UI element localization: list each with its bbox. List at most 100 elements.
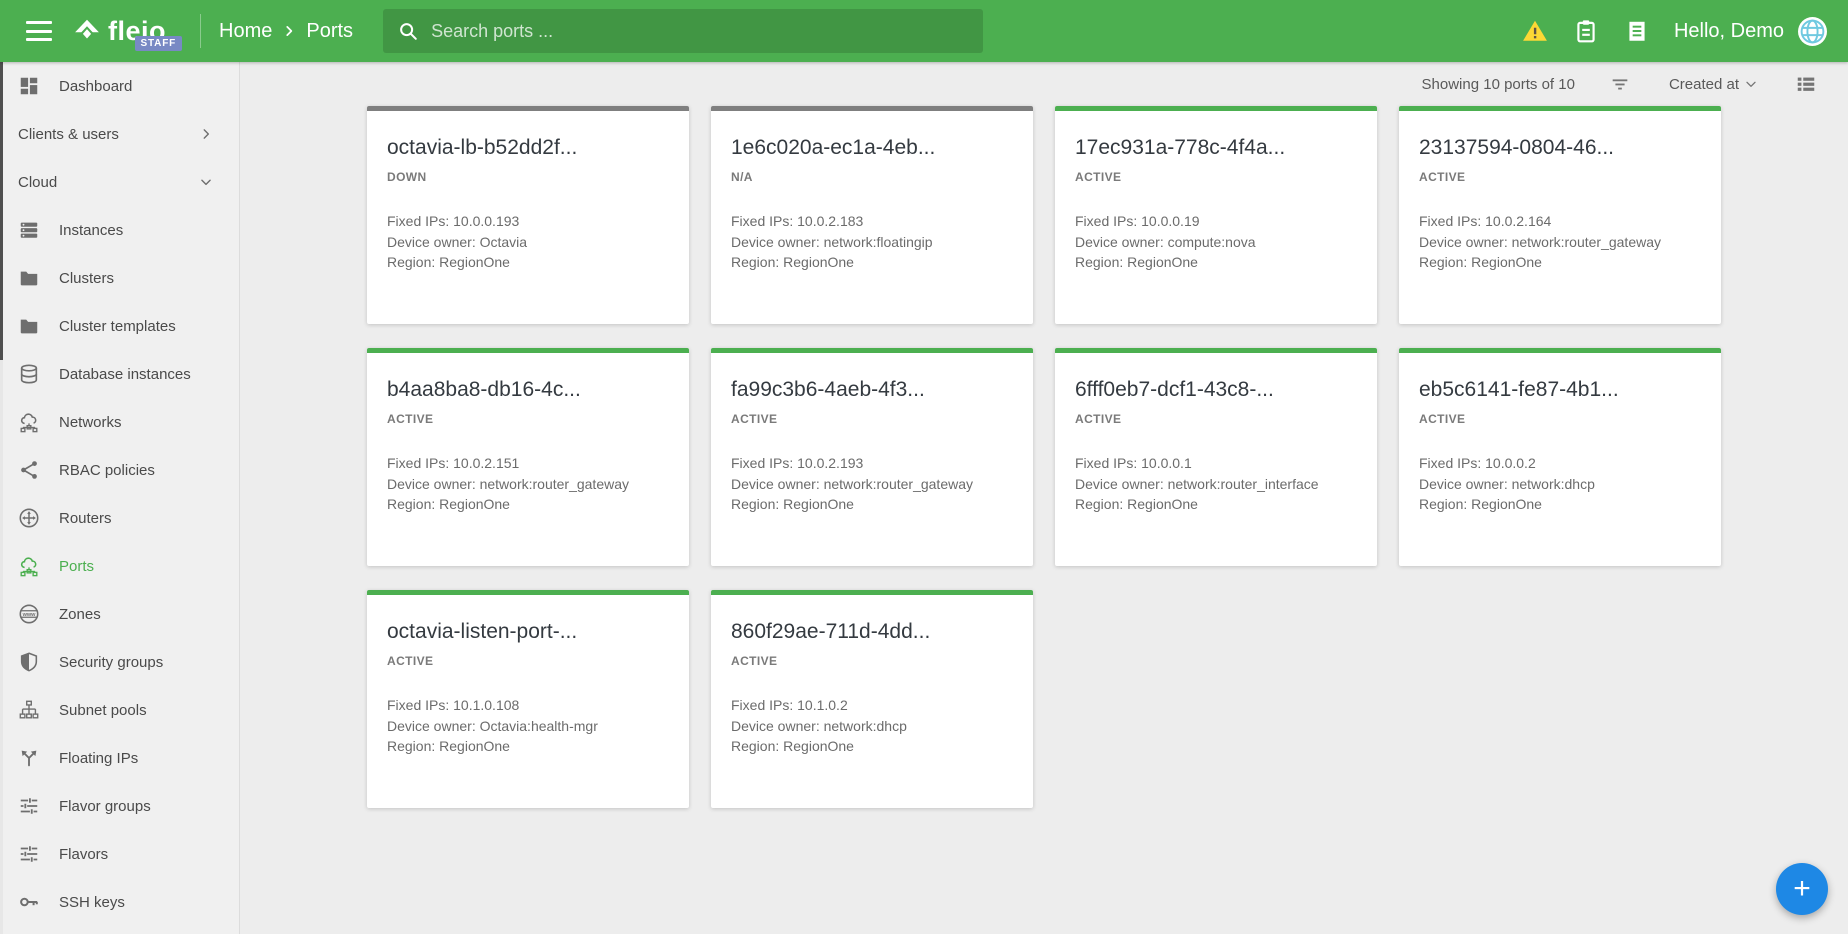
port-fixed-ips: Fixed IPs: 10.1.0.108 (387, 695, 669, 716)
chevron-down-icon (1743, 76, 1759, 92)
port-name: 860f29ae-711d-4dd... (731, 620, 1013, 644)
port-card[interactable]: eb5c6141-fe87-4b1... ACTIVE Fixed IPs: 1… (1399, 348, 1721, 566)
port-region: Region: RegionOne (1075, 252, 1357, 273)
sidebar-item-ports[interactable]: Ports (0, 542, 239, 590)
sidebar-item-label: Zones (59, 606, 101, 623)
port-details: Fixed IPs: 10.0.2.183 Device owner: netw… (731, 211, 1013, 273)
sidebar-item-label: Subnet pools (59, 702, 147, 719)
sidebar-item-label: Dashboard (59, 78, 132, 95)
card-status-accent (711, 590, 1033, 595)
subnet-tree-icon (18, 699, 40, 721)
port-status: ACTIVE (1419, 412, 1701, 426)
sidebar-item-routers[interactable]: Routers (0, 494, 239, 542)
sidebar-item-instances[interactable]: Instances (0, 206, 239, 254)
cloud-network-icon (18, 555, 40, 577)
breadcrumb-home[interactable]: Home (219, 20, 272, 43)
port-region: Region: RegionOne (387, 252, 669, 273)
port-card[interactable]: octavia-lb-b52dd2f... DOWN Fixed IPs: 10… (367, 106, 689, 324)
port-device-owner: Device owner: network:router_gateway (1419, 232, 1701, 253)
port-card[interactable]: octavia-listen-port-... ACTIVE Fixed IPs… (367, 590, 689, 808)
warning-icon[interactable] (1522, 18, 1548, 44)
sidebar-item-ssh-keys[interactable]: SSH keys (0, 878, 239, 926)
sidebar-group-cloud[interactable]: Cloud (0, 158, 239, 206)
port-status: ACTIVE (1075, 412, 1357, 426)
sidebar-item-label: Cloud (18, 174, 57, 191)
sidebar-item-clusters[interactable]: Clusters (0, 254, 239, 302)
card-status-accent (1399, 106, 1721, 111)
sidebar-item-database-instances[interactable]: Database instances (0, 350, 239, 398)
shield-icon (18, 651, 40, 673)
sidebar-item-label: Routers (59, 510, 112, 527)
sidebar-item-security-groups[interactable]: Security groups (0, 638, 239, 686)
port-status: N/A (731, 170, 1013, 184)
chevron-down-icon (199, 175, 213, 189)
port-fixed-ips: Fixed IPs: 10.0.0.19 (1075, 211, 1357, 232)
search-input[interactable] (431, 21, 969, 42)
fleio-logo-icon (72, 16, 102, 46)
port-device-owner: Device owner: Octavia (387, 232, 669, 253)
port-status: ACTIVE (1419, 170, 1701, 184)
chevron-right-icon (282, 24, 296, 38)
port-name: 23137594-0804-46... (1419, 136, 1701, 160)
showing-count: Showing 10 ports of 10 (1422, 76, 1575, 93)
port-region: Region: RegionOne (387, 736, 669, 757)
tune-icon (18, 843, 40, 865)
sidebar-group-clients-users[interactable]: Clients & users (0, 110, 239, 158)
sidebar-item-zones[interactable]: www Zones (0, 590, 239, 638)
port-region: Region: RegionOne (731, 494, 1013, 515)
sidebar-item-networks[interactable]: Networks (0, 398, 239, 446)
port-name: eb5c6141-fe87-4b1... (1419, 378, 1701, 402)
card-status-accent (1055, 348, 1377, 353)
user-avatar[interactable] (1798, 17, 1827, 46)
branch-arrows-icon (18, 747, 40, 769)
port-card[interactable]: 23137594-0804-46... ACTIVE Fixed IPs: 10… (1399, 106, 1721, 324)
folder-icon (18, 267, 40, 289)
main-content: Showing 10 ports of 10 Created at octavi… (240, 62, 1848, 934)
tune-icon (18, 795, 40, 817)
port-details: Fixed IPs: 10.0.2.193 Device owner: netw… (731, 453, 1013, 515)
port-region: Region: RegionOne (1419, 494, 1701, 515)
sidebar: Dashboard Clients & users Cloud Instance… (0, 62, 240, 934)
sidebar-item-cluster-templates[interactable]: Cluster templates (0, 302, 239, 350)
port-card[interactable]: 17ec931a-778c-4f4a... ACTIVE Fixed IPs: … (1055, 106, 1377, 324)
sidebar-item-label: Clients & users (18, 126, 119, 143)
port-card[interactable]: 6fff0eb7-dcf1-43c8-... ACTIVE Fixed IPs:… (1055, 348, 1377, 566)
user-greeting[interactable]: Hello, Demo (1674, 20, 1784, 43)
clipboard-icon[interactable] (1573, 18, 1599, 44)
sidebar-item-label: Ports (59, 558, 94, 575)
breadcrumb-current[interactable]: Ports (306, 20, 353, 43)
sidebar-item-floating-ips[interactable]: Floating IPs (0, 734, 239, 782)
port-region: Region: RegionOne (1075, 494, 1357, 515)
port-card[interactable]: b4aa8ba8-db16-4c... ACTIVE Fixed IPs: 10… (367, 348, 689, 566)
list-toolbar: Showing 10 ports of 10 Created at (240, 62, 1848, 106)
sidebar-item-label: Clusters (59, 270, 114, 287)
database-icon (18, 363, 40, 385)
port-card[interactable]: 1e6c020a-ec1a-4eb... N/A Fixed IPs: 10.0… (711, 106, 1033, 324)
receipt-icon[interactable] (1624, 18, 1650, 44)
menu-icon[interactable] (26, 21, 52, 41)
server-icon (18, 219, 40, 241)
port-card[interactable]: fa99c3b6-4aeb-4f3... ACTIVE Fixed IPs: 1… (711, 348, 1033, 566)
sidebar-item-label: Flavor groups (59, 798, 151, 815)
fleio-logo[interactable]: fleio STAFF (72, 16, 166, 47)
list-view-icon[interactable] (1795, 73, 1817, 95)
sort-dropdown[interactable]: Created at (1669, 76, 1759, 93)
sidebar-item-label: SSH keys (59, 894, 125, 911)
create-port-button[interactable]: + (1776, 863, 1828, 915)
port-name: 17ec931a-778c-4f4a... (1075, 136, 1357, 160)
port-region: Region: RegionOne (1419, 252, 1701, 273)
port-details: Fixed IPs: 10.0.2.164 Device owner: netw… (1419, 211, 1701, 273)
port-status: ACTIVE (387, 654, 669, 668)
sidebar-item-flavors[interactable]: Flavors (0, 830, 239, 878)
sidebar-item-dashboard[interactable]: Dashboard (0, 62, 239, 110)
sidebar-item-label: Database instances (59, 366, 191, 383)
sidebar-item-subnet-pools[interactable]: Subnet pools (0, 686, 239, 734)
port-details: Fixed IPs: 10.1.0.2 Device owner: networ… (731, 695, 1013, 757)
filter-icon[interactable] (1609, 73, 1631, 95)
sidebar-item-flavor-groups[interactable]: Flavor groups (0, 782, 239, 830)
dashboard-icon (18, 75, 40, 97)
sidebar-item-rbac-policies[interactable]: RBAC policies (0, 446, 239, 494)
port-card[interactable]: 860f29ae-711d-4dd... ACTIVE Fixed IPs: 1… (711, 590, 1033, 808)
port-status: ACTIVE (731, 412, 1013, 426)
sidebar-scrollbar-thumb[interactable] (0, 62, 3, 360)
